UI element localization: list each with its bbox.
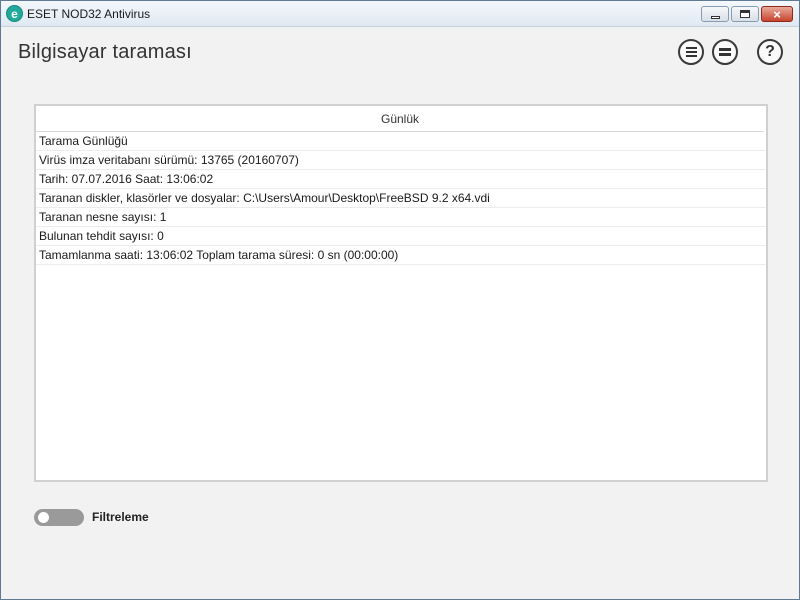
close-button[interactable]: × bbox=[761, 6, 793, 22]
scan-log-table[interactable]: Günlük Tarama Günlüğü Virüs imza veritaba… bbox=[34, 104, 768, 482]
app-window: e ESET NOD32 Antivirus × Bilgisayar tara… bbox=[0, 0, 800, 600]
log-row[interactable]: Tamamlanma saati: 13:06:02 Toplam tarama… bbox=[36, 246, 766, 265]
eset-logo-icon: e bbox=[6, 5, 23, 22]
page-title: Bilgisayar taraması bbox=[18, 41, 192, 63]
log-column-header[interactable]: Günlük bbox=[36, 106, 764, 132]
log-row[interactable]: Tarih: 07.07.2016 Saat: 13:06:02 bbox=[36, 170, 766, 189]
help-icon[interactable]: ? bbox=[757, 39, 783, 65]
filter-label: Filtreleme bbox=[92, 510, 149, 524]
log-row[interactable]: Virüs imza veritabanı sürümü: 13765 (201… bbox=[36, 151, 766, 170]
log-row[interactable]: Taranan diskler, klasörler ve dosyalar: … bbox=[36, 189, 766, 208]
log-rows: Tarama Günlüğü Virüs imza veritabanı sürü… bbox=[36, 132, 766, 265]
close-icon: × bbox=[773, 6, 781, 22]
log-row[interactable]: Taranan nesne sayısı: 1 bbox=[36, 208, 766, 227]
log-row[interactable]: Tarama Günlüğü bbox=[36, 132, 766, 151]
minimize-icon bbox=[710, 15, 720, 19]
list-icon[interactable] bbox=[678, 39, 704, 65]
menu-icon[interactable] bbox=[712, 39, 738, 65]
page-header: Bilgisayar taraması ? bbox=[1, 27, 799, 79]
maximize-button[interactable] bbox=[731, 6, 759, 22]
toggle-knob bbox=[38, 512, 49, 523]
filter-toggle[interactable] bbox=[34, 509, 84, 526]
minimize-button[interactable] bbox=[701, 6, 729, 22]
maximize-icon bbox=[740, 10, 750, 18]
title-bar[interactable]: e ESET NOD32 Antivirus × bbox=[1, 1, 799, 27]
window-controls: × bbox=[701, 6, 793, 22]
log-row[interactable]: Bulunan tehdit sayısı: 0 bbox=[36, 227, 766, 246]
window-title: ESET NOD32 Antivirus bbox=[27, 7, 151, 21]
